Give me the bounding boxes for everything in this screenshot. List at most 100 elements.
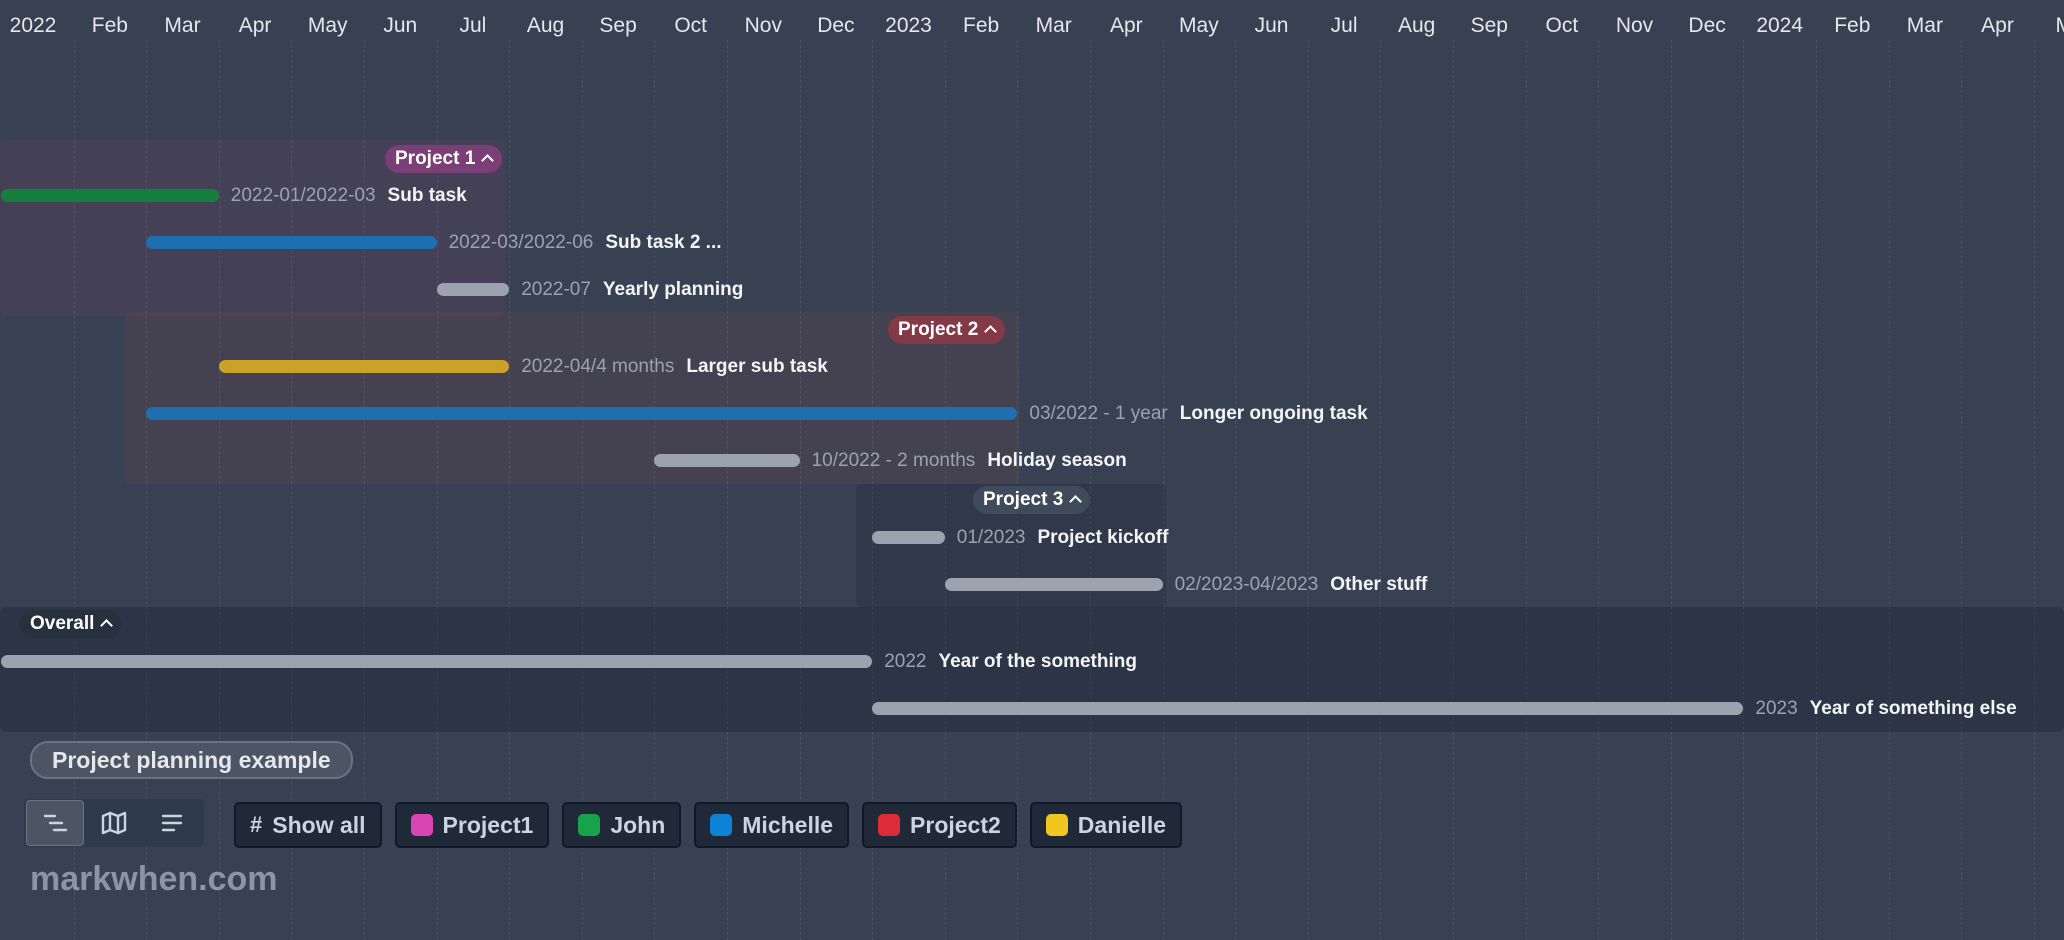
chevron-up-icon — [481, 154, 495, 167]
group-toggle-2[interactable]: Project 2 — [888, 316, 1006, 344]
tag-filter-michelle[interactable]: Michelle — [694, 802, 850, 848]
month-gridline — [1743, 40, 1745, 940]
task-label[interactable]: 2022-04/4 months Larger sub task — [521, 356, 828, 378]
month-label: Aug — [526, 14, 565, 37]
month-label: Oct — [1545, 14, 1579, 37]
month-label: 2024 — [1756, 14, 1804, 37]
month-label: Mar — [1906, 14, 1943, 37]
task-title: Longer ongoing task — [1179, 403, 1368, 424]
month-gridline — [1235, 40, 1237, 940]
task-date: 2022-03/2022-06 — [448, 232, 594, 253]
month-label: Sep — [599, 14, 637, 37]
timeline-view-button[interactable] — [26, 800, 84, 846]
view-switcher — [24, 799, 204, 847]
group-toggle-3[interactable]: Project 3 — [973, 486, 1091, 514]
month-label: Dec — [817, 14, 855, 37]
task-title: Year of something else — [1809, 698, 2017, 719]
task-title: Larger sub task — [686, 356, 828, 377]
tag-label: Show all — [272, 811, 366, 838]
task-label[interactable]: 2022-03/2022-06 Sub task 2 ... — [449, 232, 722, 254]
group-label: Project 2 — [898, 319, 979, 340]
tag-color-swatch — [878, 814, 901, 836]
month-gridline — [1888, 40, 1890, 940]
month-label: Dec — [1688, 14, 1726, 37]
timeline-view-icon — [43, 814, 68, 832]
chevron-up-icon — [1069, 495, 1083, 508]
tag-label: Michelle — [742, 811, 834, 838]
task-title: Project kickoff — [1037, 527, 1169, 548]
tag-color-swatch — [1045, 814, 1068, 836]
task-bar[interactable] — [1, 189, 219, 202]
tag-label: John — [610, 811, 666, 838]
task-date: 2023 — [1755, 698, 1798, 719]
month-label: Jul — [459, 14, 487, 37]
month-label: Feb — [1834, 14, 1871, 37]
task-title: Sub task 2 ... — [605, 232, 722, 253]
task-title: Sub task — [387, 185, 467, 206]
month-gridline — [2033, 40, 2035, 940]
task-label[interactable]: 10/2022 - 2 months Holiday season — [812, 450, 1127, 472]
hash-icon: # — [250, 812, 263, 837]
task-title: Year of the something — [938, 651, 1137, 672]
tag-filter-project1[interactable]: Project1 — [394, 802, 550, 848]
month-label: Jul — [1330, 14, 1358, 37]
tag-label: Danielle — [1077, 811, 1167, 838]
month-label: Apr — [1109, 14, 1143, 37]
month-label: Apr — [1981, 14, 2014, 37]
month-label: Jun — [383, 14, 418, 37]
task-date: 2022-04/4 months — [521, 356, 675, 377]
month-label: Jun — [1254, 14, 1289, 37]
task-label[interactable]: 01/2023 Project kickoff — [957, 527, 1169, 549]
task-bar[interactable] — [218, 360, 510, 373]
month-gridline — [1816, 40, 1817, 940]
task-date: 10/2022 - 2 months — [811, 450, 976, 471]
month-label: 2022 — [9, 14, 57, 37]
month-gridline — [1380, 40, 1382, 940]
task-label[interactable]: 02/2023-04/2023 Other stuff — [1175, 574, 1428, 596]
task-bar[interactable] — [436, 283, 510, 296]
task-label[interactable]: 2022-01/2022-03 Sub task — [231, 185, 467, 207]
task-label[interactable]: 2022 Year of the something — [884, 651, 1137, 673]
task-bar[interactable] — [872, 531, 945, 544]
task-label[interactable]: 2023 Year of something else — [1755, 698, 2016, 720]
tag-filter-john[interactable]: John — [562, 802, 682, 848]
task-date: 2022-01/2022-03 — [230, 185, 376, 206]
tag-color-swatch — [410, 814, 433, 836]
task-bar[interactable] — [1, 655, 873, 668]
month-label: May — [307, 14, 348, 37]
map-view-button[interactable] — [86, 801, 142, 845]
map-view-icon — [101, 811, 127, 835]
timeline-canvas: 2022 Feb Mar Apr May Jun Jul Aug Sep Oct Nov Dec 202… — [0, 0, 2064, 940]
tag-filter-bar: # Show all Project1 John Michelle Project2 Dan… — [234, 802, 1183, 848]
task-date: 02/2023-04/2023 — [1174, 574, 1319, 595]
month-label: Aug — [1398, 14, 1436, 37]
task-bar[interactable] — [654, 454, 800, 467]
tag-filter-project2[interactable]: Project2 — [862, 802, 1017, 848]
month-label: Ma — [2056, 14, 2064, 38]
task-date: 2022 — [884, 651, 927, 672]
task-date: 01/2023 — [956, 527, 1026, 548]
group-label: Project 3 — [983, 489, 1064, 510]
month-gridline — [1598, 40, 1600, 940]
month-gridline — [1453, 40, 1454, 940]
task-bar[interactable] — [872, 702, 1744, 715]
task-title: Holiday season — [987, 450, 1127, 471]
footer-site-link[interactable]: markwhen.com — [30, 860, 278, 899]
task-bar[interactable] — [146, 407, 1018, 420]
month-gridline — [1307, 40, 1309, 940]
tag-filter-danielle[interactable]: Danielle — [1029, 802, 1183, 848]
text-view-button[interactable] — [144, 801, 200, 845]
month-label: Oct — [674, 14, 708, 37]
task-date: 03/2022 - 1 year — [1029, 403, 1168, 424]
task-bar[interactable] — [944, 578, 1163, 591]
task-bar[interactable] — [146, 236, 437, 249]
group-toggle-1[interactable]: Project 1 — [385, 145, 503, 173]
group-toggle-4[interactable]: Overall — [20, 610, 122, 638]
show-all-button[interactable]: # Show all — [234, 802, 382, 848]
task-label[interactable]: 2022-07 Yearly planning — [521, 279, 743, 301]
month-label: Sep — [1470, 14, 1508, 37]
task-title: Other stuff — [1330, 574, 1428, 595]
page-title[interactable]: Project planning example — [30, 741, 353, 779]
task-label[interactable]: 03/2022 - 1 year Longer ongoing task — [1029, 403, 1367, 425]
month-gridline — [1525, 40, 1527, 940]
